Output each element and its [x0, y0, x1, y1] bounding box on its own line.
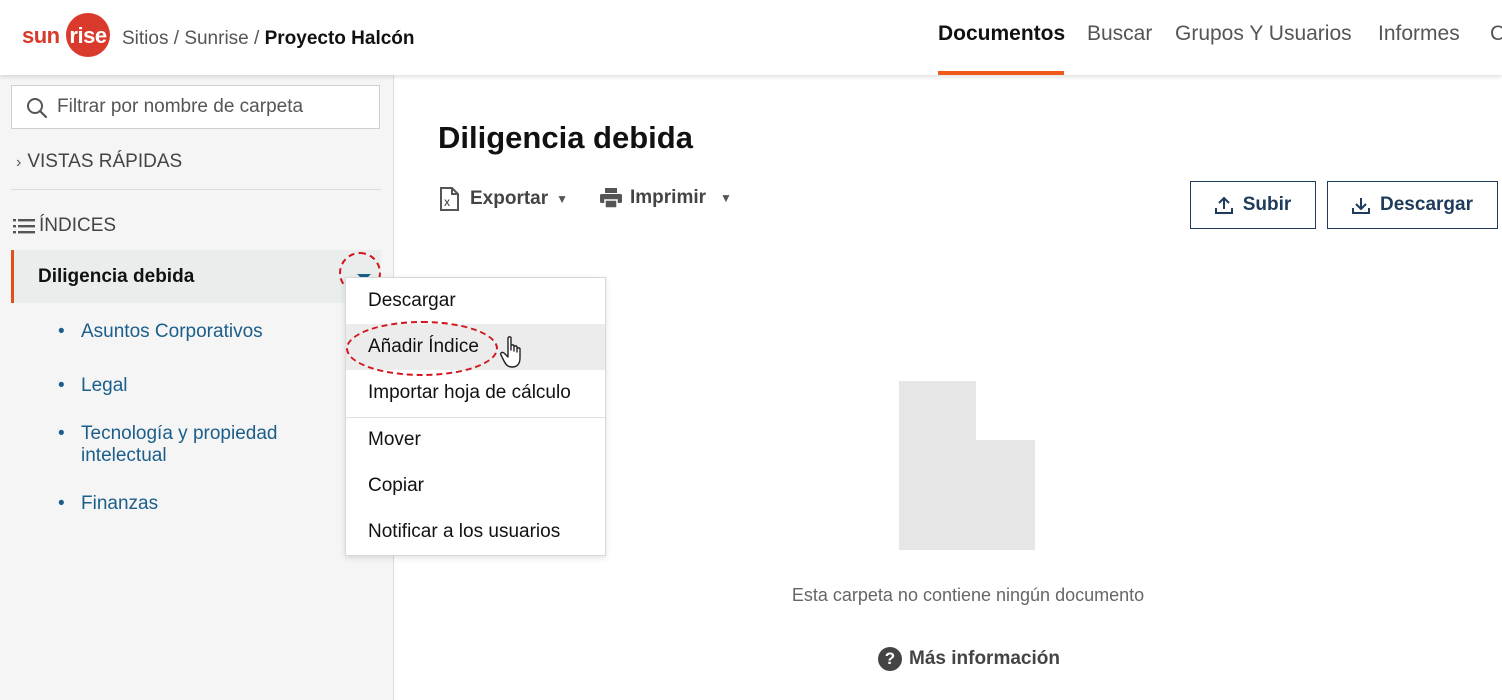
- nav-overflow[interactable]: C: [1490, 22, 1502, 46]
- nav-grupos-usuarios[interactable]: Grupos Y Usuarios: [1175, 22, 1352, 46]
- folder-search: [11, 85, 380, 129]
- breadcrumb: Sitios / Sunrise / Proyecto Halcón: [122, 28, 415, 50]
- upload-icon: [1214, 196, 1233, 214]
- print-label: Imprimir: [630, 187, 707, 208]
- indices-label: ÍNDICES: [39, 215, 117, 236]
- hand-cursor-icon: [500, 336, 521, 368]
- download-label: Descargar: [1380, 194, 1473, 215]
- search-icon: [27, 98, 48, 119]
- empty-document-icon: [899, 381, 1035, 550]
- add-index-highlight-annotation: [346, 321, 498, 376]
- export-menu-button[interactable]: X Exportar ▼: [438, 187, 568, 211]
- folder-search-input[interactable]: [57, 86, 372, 128]
- tree-item-child[interactable]: • Asuntos Corporativos: [58, 321, 263, 343]
- breadcrumb-separator: /: [173, 28, 180, 49]
- printer-icon: [600, 188, 622, 209]
- quick-views-label: VISTAS RÁPIDAS: [27, 151, 183, 172]
- quick-views-toggle[interactable]: › VISTAS RÁPIDAS: [16, 151, 182, 173]
- active-tab-indicator: [938, 71, 1064, 75]
- indices-heading: ÍNDICES: [13, 215, 116, 237]
- export-label: Exportar: [470, 188, 549, 209]
- caret-down-icon: ▼: [720, 191, 732, 205]
- empty-folder-message: Esta carpeta no contiene ningún document…: [791, 585, 1145, 605]
- caret-down-icon: ▼: [556, 192, 569, 206]
- nav-documentos[interactable]: Documentos: [938, 22, 1065, 46]
- sunrise-logo[interactable]: sun rise: [22, 13, 112, 57]
- sidebar: › VISTAS RÁPIDAS ÍNDICES Diligencia debid…: [0, 75, 394, 700]
- upload-label: Subir: [1242, 194, 1292, 215]
- chevron-right-icon: ›: [16, 154, 22, 171]
- menu-item-move[interactable]: Mover: [346, 417, 605, 463]
- tree-item-child[interactable]: • Finanzas: [58, 493, 158, 515]
- svg-text:X: X: [444, 198, 450, 208]
- page-title: Diligencia debida: [438, 120, 693, 155]
- menu-item-notify-users[interactable]: Notificar a los usuarios: [346, 509, 605, 555]
- breadcrumb-sites[interactable]: Sitios: [122, 28, 168, 49]
- menu-item-copy[interactable]: Copiar: [346, 463, 605, 509]
- more-info-label: Más información: [909, 648, 1060, 669]
- folder-context-menu: Descargar Añadir Índice Importar hoja de…: [345, 277, 606, 556]
- list-icon: [13, 218, 35, 234]
- breadcrumb-current: Proyecto Halcón: [264, 28, 415, 49]
- help-icon: ?: [878, 647, 902, 671]
- more-info-link[interactable]: ? Más información: [878, 647, 1060, 671]
- tree-item-child[interactable]: • Legal: [58, 375, 128, 397]
- nav-informes[interactable]: Informes: [1378, 22, 1460, 46]
- upload-button[interactable]: Subir: [1190, 181, 1316, 229]
- print-menu-button[interactable]: Imprimir ▼: [599, 187, 732, 209]
- breadcrumb-sunrise[interactable]: Sunrise: [184, 28, 248, 49]
- download-icon: [1352, 198, 1371, 214]
- tree-item-active-label: Diligencia debida: [38, 266, 195, 287]
- top-header: sun rise Sitios / Sunrise / Proyecto Hal…: [0, 0, 1502, 75]
- excel-export-icon: X: [440, 187, 459, 211]
- nav-buscar[interactable]: Buscar: [1087, 22, 1152, 46]
- menu-item-download[interactable]: Descargar: [346, 278, 605, 324]
- download-button[interactable]: Descargar: [1327, 181, 1498, 229]
- menu-item-import-spreadsheet[interactable]: Importar hoja de cálculo: [346, 370, 605, 416]
- tree-item-active[interactable]: Diligencia debida: [11, 250, 381, 303]
- sidebar-divider: [11, 189, 381, 190]
- tree-item-child[interactable]: • Tecnología y propiedad intelectual: [58, 423, 308, 467]
- breadcrumb-separator: /: [254, 28, 260, 49]
